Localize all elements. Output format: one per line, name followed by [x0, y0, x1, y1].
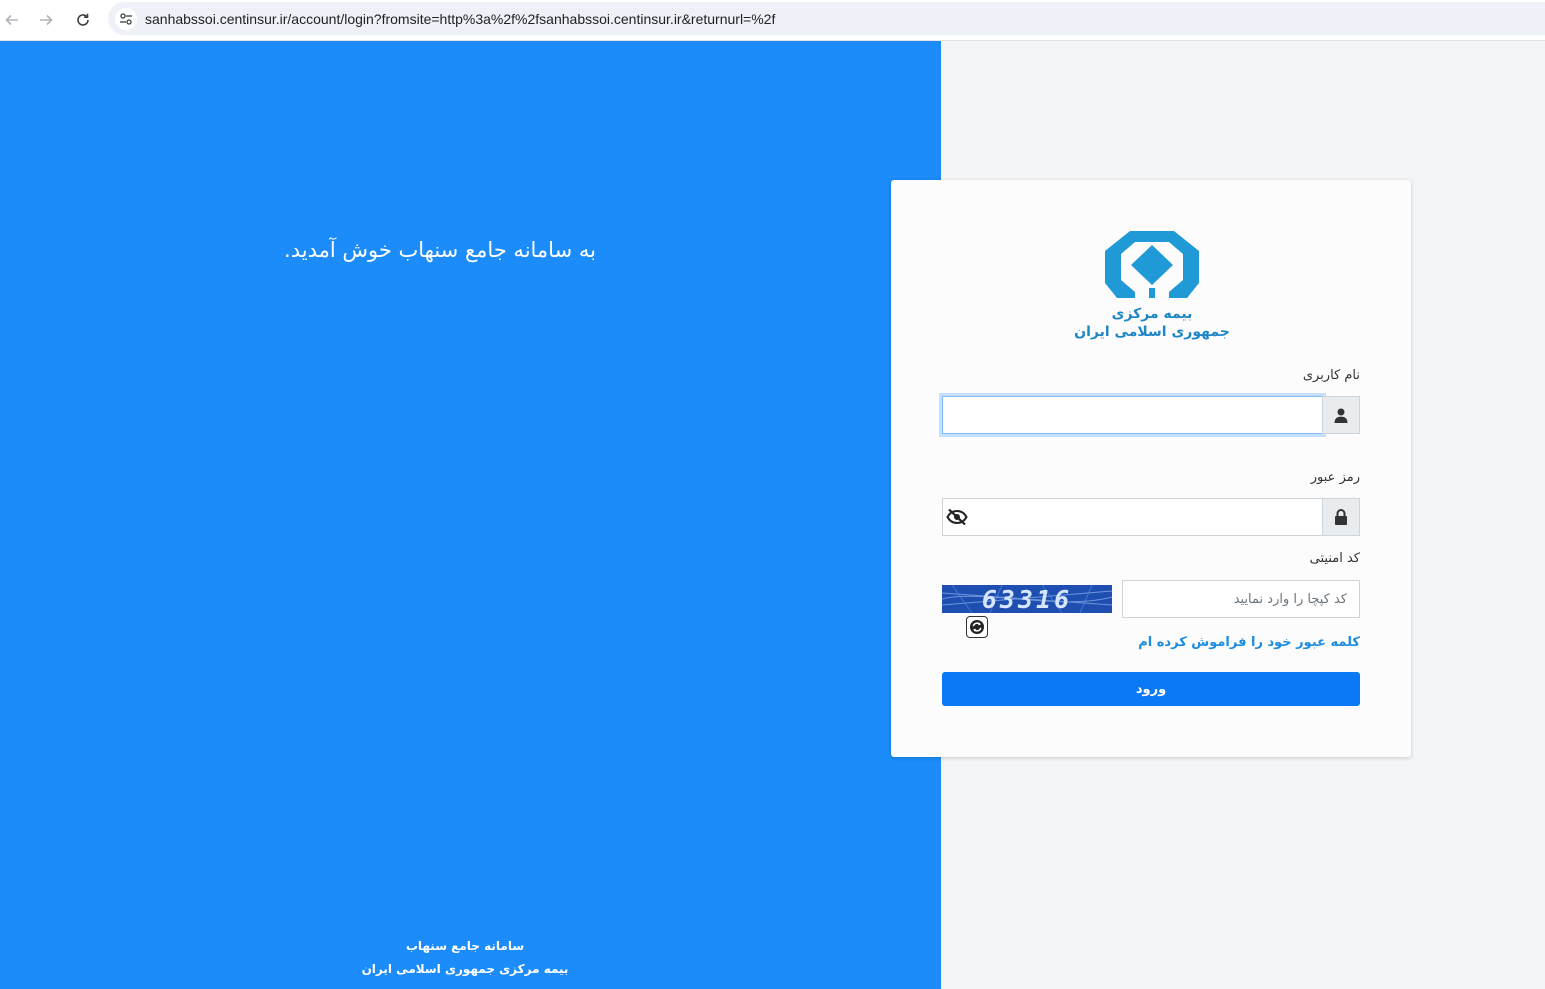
welcome-heading: به سامانه جامع سنهاب خوش آمدید. — [284, 238, 596, 262]
password-addon — [1322, 498, 1360, 536]
arrow-right-icon — [40, 14, 53, 26]
password-label: رمز عبور — [1310, 470, 1360, 485]
tune-icon — [120, 12, 132, 25]
username-group — [942, 396, 1360, 434]
eye-slash-icon — [946, 509, 968, 525]
welcome-panel: به سامانه جامع سنهاب خوش آمدید. سامانه ج… — [0, 41, 941, 989]
password-group — [942, 498, 1360, 536]
browser-toolbar: sanhabssoi.centinsur.ir/account/login?fr… — [0, 0, 1545, 41]
logo-line-2: جمهوری اسلامی ایران — [1074, 324, 1230, 340]
login-button[interactable]: ورود — [942, 672, 1360, 706]
username-input[interactable] — [942, 396, 1323, 434]
captcha-label: کد امنیتی — [1309, 551, 1360, 566]
back-button[interactable] — [0, 8, 24, 32]
user-icon — [1334, 408, 1348, 423]
reload-icon — [77, 13, 89, 26]
arrow-left-icon — [5, 14, 18, 26]
refresh-icon — [970, 620, 984, 634]
login-card: بیمه مرکزی جمهوری اسلامی ایران نام کاربر… — [891, 180, 1411, 757]
logo-line-1: بیمه مرکزی — [1111, 306, 1193, 322]
password-input[interactable] — [942, 498, 1323, 536]
captcha-input[interactable] — [1122, 580, 1360, 618]
forward-button[interactable] — [34, 8, 58, 32]
username-addon — [1322, 396, 1360, 434]
site-info-button[interactable] — [115, 7, 137, 30]
footer-system-name: سامانه جامع سنهاب — [405, 939, 525, 953]
password-visibility-toggle[interactable] — [944, 505, 970, 529]
url-text[interactable]: sanhabssoi.centinsur.ir/account/login?fr… — [145, 11, 775, 27]
logo: بیمه مرکزی جمهوری اسلامی ایران — [1069, 228, 1235, 348]
reload-button[interactable] — [71, 8, 95, 32]
captcha-code: 63316 — [981, 585, 1073, 613]
insurance-logo-icon — [1105, 231, 1199, 298]
captcha-image: 63316 — [942, 585, 1112, 613]
footer-organization: بیمه مرکزی جمهوری اسلامی ایران — [361, 962, 569, 976]
lock-icon — [1335, 509, 1347, 525]
captcha-refresh-button[interactable] — [966, 616, 988, 638]
forgot-password-link[interactable]: کلمه عبور خود را فراموش کرده ام — [1138, 635, 1360, 650]
username-label: نام کاربری — [1302, 368, 1360, 383]
address-bar[interactable]: sanhabssoi.centinsur.ir/account/login?fr… — [108, 2, 1545, 35]
